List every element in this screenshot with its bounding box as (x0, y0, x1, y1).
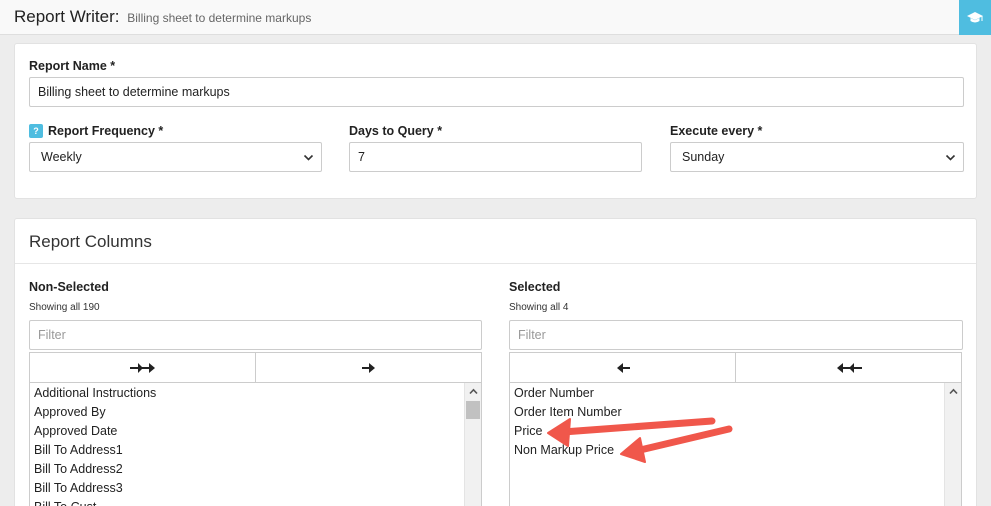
list-item[interactable]: Bill To Address3 (34, 479, 481, 498)
selected-items: Order Number Order Item Number Price Non Ma… (510, 383, 961, 460)
list-item[interactable]: Approved By (34, 403, 481, 422)
list-item[interactable]: Approved Date (34, 422, 481, 441)
days-to-query-value: 7 (358, 150, 365, 164)
selected-filter-placeholder: Filter (518, 328, 546, 342)
chevron-up-icon (468, 388, 478, 395)
move-left-button[interactable] (510, 353, 736, 382)
report-frequency-value: Weekly (41, 150, 82, 164)
arrow-left-icon (616, 362, 630, 373)
move-all-left-button[interactable] (736, 353, 961, 382)
report-columns-title: Report Columns (29, 232, 152, 251)
scroll-up-button[interactable] (465, 383, 481, 400)
page-subtitle: Billing sheet to determine markups (127, 11, 312, 25)
selected-move-buttons (509, 352, 962, 382)
execute-every-label: Execute every * (670, 124, 763, 138)
graduation-cap-icon (967, 11, 983, 22)
days-to-query-label: Days to Query * (349, 124, 443, 138)
non-selected-filter-input[interactable]: Filter (29, 320, 482, 350)
non-selected-scrollbar[interactable] (464, 383, 481, 506)
report-columns-header: Report Columns (15, 219, 976, 264)
help-button[interactable] (959, 0, 991, 35)
report-name-value: Billing sheet to determine markups (38, 85, 230, 99)
report-frequency-label-text: Report Frequency * (48, 124, 164, 138)
selected-scrollbar[interactable] (944, 383, 961, 506)
days-to-query-input[interactable]: 7 (349, 142, 642, 172)
list-item[interactable]: Additional Instructions (34, 384, 481, 403)
page-title: Report Writer: Billing sheet to determin… (14, 7, 311, 27)
list-item[interactable]: Order Number (514, 384, 961, 403)
chevron-down-icon (303, 154, 314, 161)
selected-list[interactable]: Order Number Order Item Number Price Non Ma… (509, 382, 962, 506)
report-name-label: Report Name * (29, 59, 116, 73)
report-frequency-select[interactable]: Weekly (29, 142, 322, 172)
scroll-up-button[interactable] (945, 383, 961, 400)
list-item[interactable]: Bill To Address2 (34, 460, 481, 479)
report-name-input[interactable]: Billing sheet to determine markups (29, 77, 964, 107)
non-selected-move-buttons (29, 352, 482, 382)
list-item[interactable]: Bill To Cust... (34, 498, 481, 506)
list-item[interactable]: Non Markup Price (514, 441, 961, 460)
chevron-up-icon (948, 388, 958, 395)
non-selected-label: Non-Selected (29, 280, 109, 294)
list-item[interactable]: Bill To Address1 (34, 441, 481, 460)
report-frequency-label: ? Report Frequency * (29, 124, 163, 138)
chevron-down-icon (945, 154, 956, 161)
report-settings-panel: Report Name * Billing sheet to determine… (14, 43, 977, 199)
arrow-right-icon (361, 362, 375, 373)
selected-filter-input[interactable]: Filter (509, 320, 963, 350)
list-item[interactable]: Order Item Number (514, 403, 961, 422)
help-badge[interactable]: ? (29, 124, 43, 138)
execute-every-value: Sunday (682, 150, 725, 164)
non-selected-items: Additional Instructions Approved By Approv… (30, 383, 481, 506)
double-arrow-right-icon (129, 362, 155, 373)
double-arrow-left-icon (836, 362, 862, 373)
page-header: Report Writer: Billing sheet to determin… (0, 0, 991, 35)
list-item[interactable]: Price (514, 422, 961, 441)
page-title-text: Report Writer: (14, 7, 120, 26)
selected-label: Selected (509, 280, 561, 294)
non-selected-count: Showing all 190 (29, 302, 100, 313)
scroll-thumb[interactable] (466, 401, 480, 419)
report-columns-panel: Report Columns Non-Selected Showing all … (14, 218, 977, 506)
move-all-right-button[interactable] (30, 353, 256, 382)
non-selected-list[interactable]: Additional Instructions Approved By Approv… (29, 382, 482, 506)
execute-every-select[interactable]: Sunday (670, 142, 964, 172)
move-right-button[interactable] (256, 353, 481, 382)
non-selected-filter-placeholder: Filter (38, 328, 66, 342)
selected-count: Showing all 4 (509, 302, 569, 313)
